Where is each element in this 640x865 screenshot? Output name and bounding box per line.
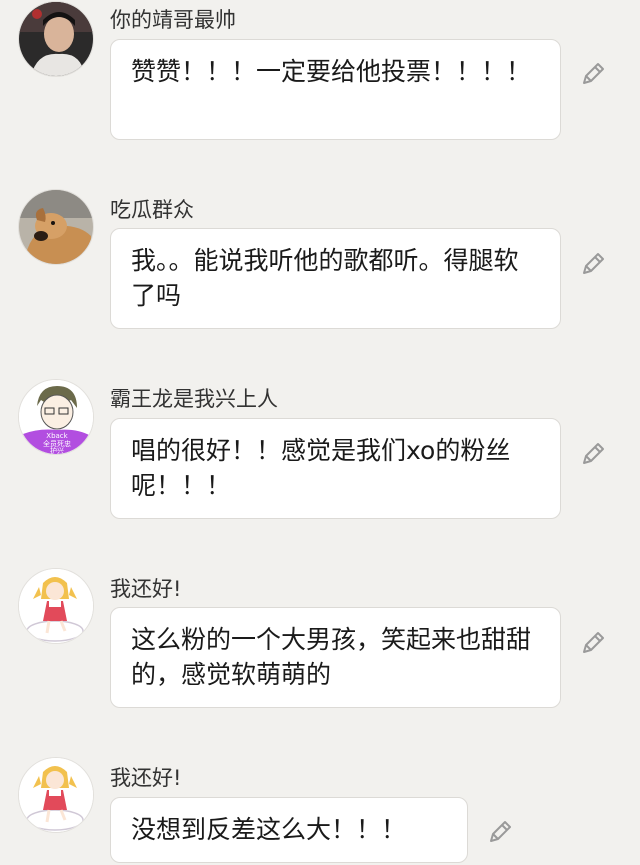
username: 我还好! <box>110 577 182 601</box>
comment-bubble: 我。。能说我听他的歌都听。得腿软了吗 <box>110 228 561 329</box>
cartoon-boy-avatar-icon: Xback 全员死忠 护兴 <box>19 380 93 454</box>
comment-bubble: 没想到反差这么大！！！ <box>110 797 468 863</box>
pencil-icon[interactable] <box>579 60 607 88</box>
comment-bubble: 唱的很好！！感觉是我们xo的粉丝呢！！！ <box>110 418 561 519</box>
svg-text:护兴: 护兴 <box>50 446 64 454</box>
avatar[interactable] <box>18 189 94 265</box>
username: 我还好! <box>110 766 182 790</box>
username: 吃瓜群众 <box>110 198 194 222</box>
username: 你的靖哥最帅 <box>110 8 236 32</box>
comment-bubble: 赞赞！！！一定要给他投票！！！！ <box>110 39 561 140</box>
person-dark-avatar-icon <box>19 2 93 76</box>
username: 霸王龙是我兴上人 <box>110 387 278 411</box>
anime-girl-avatar-icon <box>19 758 93 832</box>
avatar[interactable]: Xback 全员死忠 护兴 <box>18 379 94 455</box>
anime-girl-avatar-icon <box>19 569 93 643</box>
avatar[interactable] <box>18 568 94 644</box>
svg-text:Xback: Xback <box>46 432 68 440</box>
pencil-icon[interactable] <box>579 250 607 278</box>
comment-bubble: 这么粉的一个大男孩，笑起来也甜甜的，感觉软萌萌的 <box>110 607 561 708</box>
avatar[interactable] <box>18 1 94 77</box>
dog-avatar-icon <box>19 190 93 264</box>
pencil-icon[interactable] <box>579 440 607 468</box>
pencil-icon[interactable] <box>486 818 514 846</box>
avatar[interactable] <box>18 757 94 833</box>
pencil-icon[interactable] <box>579 629 607 657</box>
